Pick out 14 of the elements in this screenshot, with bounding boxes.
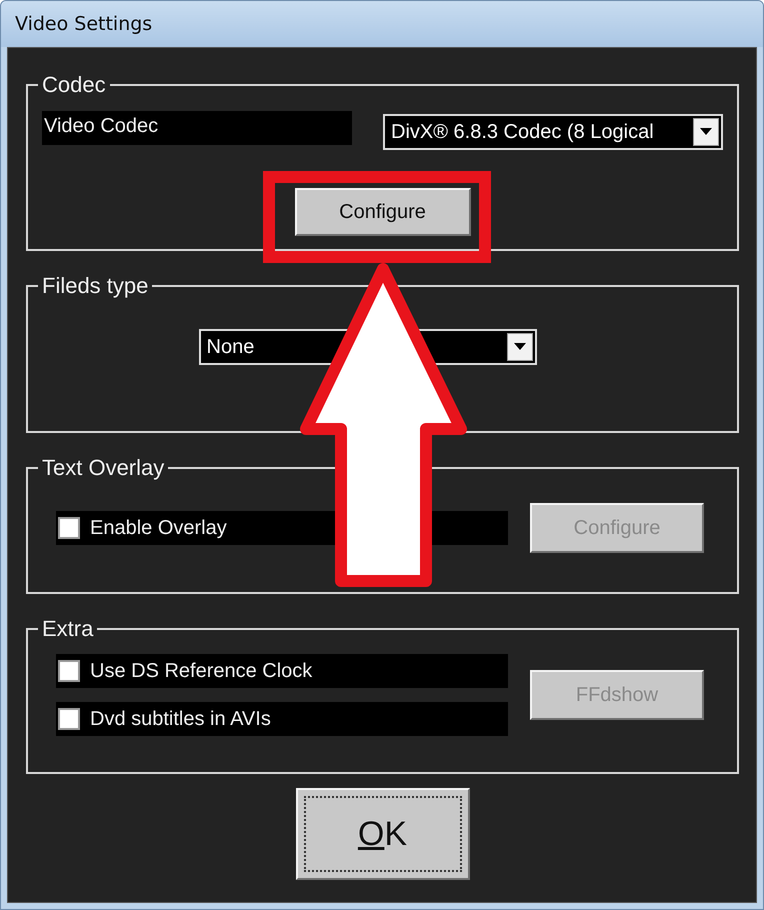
codec-label: Video Codec — [42, 111, 352, 145]
ok-button[interactable]: OK — [296, 788, 470, 880]
checkbox[interactable] — [58, 517, 80, 539]
group-title: Codec — [41, 72, 107, 98]
window-title: Video Settings — [15, 13, 152, 35]
group-title: Extra — [41, 616, 94, 642]
checkbox-row[interactable]: Dvd subtitles in AVIs — [56, 702, 508, 736]
checkbox[interactable] — [58, 660, 80, 682]
configure-button[interactable]: Configure — [294, 188, 470, 236]
group-title: Text Overlay — [41, 455, 166, 481]
checkbox-row[interactable]: Use DS Reference Clock — [56, 654, 508, 688]
checkbox[interactable] — [58, 708, 80, 730]
codec-dropdown[interactable]: DivX® 6.8.3 Codec (8 Logical — [383, 114, 723, 150]
group-title: Fileds type — [41, 273, 150, 299]
